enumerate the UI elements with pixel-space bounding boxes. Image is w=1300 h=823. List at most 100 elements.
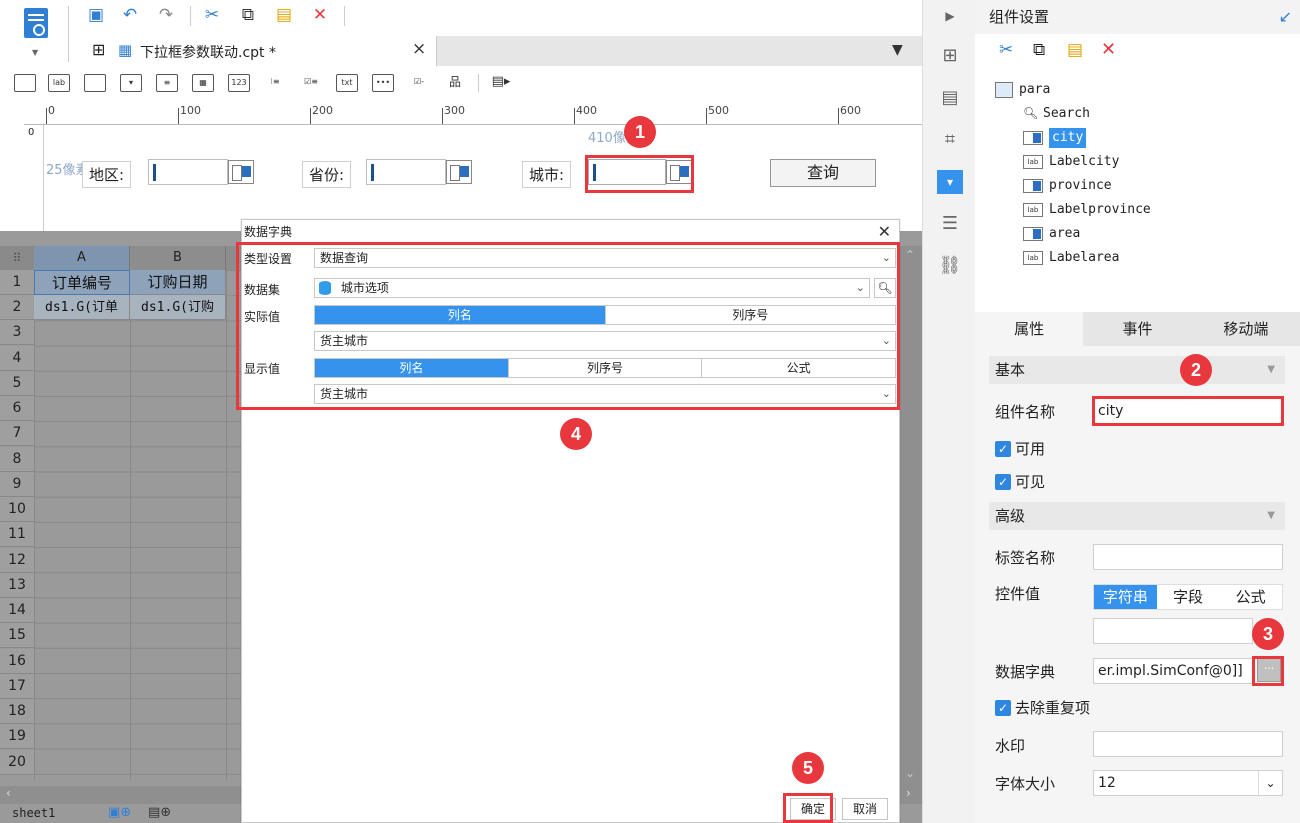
- number-widget-icon[interactable]: 123: [228, 74, 250, 92]
- cell-a1[interactable]: 订单编号: [34, 270, 130, 295]
- link-icon[interactable]: ⛓: [937, 254, 963, 278]
- column-header[interactable]: A: [34, 246, 130, 270]
- row-header[interactable]: 2: [0, 295, 34, 320]
- tab-properties[interactable]: 属性: [975, 312, 1084, 346]
- cell-a2[interactable]: ds1.G(订单: [34, 295, 130, 320]
- column-header[interactable]: B: [130, 246, 226, 270]
- copy-icon[interactable]: ⧉: [1033, 40, 1045, 60]
- row-header[interactable]: 18: [0, 699, 34, 724]
- cell-b1[interactable]: 订购日期: [130, 270, 226, 295]
- city-combobox[interactable]: [588, 159, 666, 185]
- cut-icon[interactable]: ✂: [200, 4, 224, 26]
- dictionary-input[interactable]: er.impl.SimConf@0]]: [1093, 658, 1253, 684]
- mode-string[interactable]: 字符串: [1094, 585, 1157, 609]
- font-size-select[interactable]: 12 ⌄: [1093, 770, 1283, 796]
- paste-icon[interactable]: ▤: [1067, 40, 1083, 60]
- save-icon[interactable]: ▣: [84, 4, 108, 26]
- mode-field[interactable]: 字段: [1157, 585, 1220, 609]
- row-header[interactable]: 12: [0, 548, 34, 573]
- tree-widget-icon[interactable]: 品: [444, 74, 466, 92]
- row-header[interactable]: 19: [0, 724, 34, 749]
- cancel-button[interactable]: 取消: [842, 798, 888, 820]
- mode-formula[interactable]: 公式: [1219, 585, 1282, 609]
- listbox-widget-icon[interactable]: ≡: [156, 74, 178, 92]
- enabled-checkbox[interactable]: ✓ 可用: [995, 438, 1045, 459]
- row-header[interactable]: 15: [0, 623, 34, 648]
- cell-b2[interactable]: ds1.G(订购: [130, 295, 226, 320]
- row-header[interactable]: 6: [0, 396, 34, 421]
- textbox-widget-icon[interactable]: [14, 74, 36, 92]
- checkbox-group-icon[interactable]: ☑≡: [300, 74, 322, 92]
- paste-icon[interactable]: ▤: [272, 4, 296, 26]
- checkbox-widget-icon[interactable]: ☑-: [408, 74, 430, 92]
- display-mode-column-name[interactable]: 列名: [315, 359, 509, 377]
- grid-cells[interactable]: [34, 270, 242, 780]
- row-header[interactable]: 5: [0, 371, 34, 396]
- tree-item-para[interactable]: para: [995, 80, 1050, 100]
- row-header[interactable]: 11: [0, 522, 34, 547]
- row-header[interactable]: 3: [0, 320, 34, 345]
- name-input[interactable]: city: [1093, 398, 1283, 424]
- copy-icon[interactable]: ⧉: [236, 4, 260, 26]
- display-mode-formula[interactable]: 公式: [702, 359, 895, 377]
- actual-value-select[interactable]: 货主城市 ⌄: [314, 331, 896, 351]
- scroll-left-icon[interactable]: ‹: [6, 786, 11, 800]
- watermark-input[interactable]: [1093, 731, 1283, 757]
- tree-item-search[interactable]: 🔍︎ Search: [1023, 104, 1090, 124]
- tree-item-labelprovince[interactable]: lab Labelprovince: [1023, 200, 1151, 220]
- dictionary-edit-button[interactable]: ···: [1257, 658, 1281, 682]
- row-header[interactable]: 13: [0, 573, 34, 598]
- dropdown-icon[interactable]: [228, 160, 254, 184]
- combo-widget-icon[interactable]: ▾: [120, 74, 142, 92]
- row-header[interactable]: 7: [0, 421, 34, 446]
- corner-cell[interactable]: ⠿: [0, 246, 34, 270]
- more-widgets-icon[interactable]: ▤▸: [490, 74, 512, 92]
- delete-icon[interactable]: ✕: [308, 4, 332, 26]
- button-widget-icon[interactable]: [84, 74, 106, 92]
- row-header[interactable]: 14: [0, 598, 34, 623]
- tab-mobile[interactable]: 移动端: [1192, 312, 1300, 346]
- row-header[interactable]: 10: [0, 497, 34, 522]
- tab-menu-icon[interactable]: ▼: [892, 42, 903, 58]
- date-widget-icon[interactable]: ▦: [192, 74, 214, 92]
- vertical-scrollbar[interactable]: ⌃ ⌄: [900, 246, 922, 786]
- actual-mode-column-index[interactable]: 列序号: [606, 306, 896, 324]
- redo-icon[interactable]: ↷: [154, 4, 178, 26]
- row-header[interactable]: 20: [0, 750, 34, 775]
- chevron-down-icon[interactable]: ⌄: [1258, 771, 1282, 795]
- tree-item-province[interactable]: province: [1023, 176, 1112, 196]
- control-value-input[interactable]: [1093, 618, 1253, 644]
- tree-item-labelarea[interactable]: lab Labelarea: [1023, 248, 1119, 268]
- ok-button[interactable]: 确定: [790, 798, 836, 820]
- combo-settings-icon[interactable]: ▾: [937, 170, 963, 194]
- password-widget-icon[interactable]: •••: [372, 74, 394, 92]
- tab-file[interactable]: ⊞ ▦ 下拉框参数联动.cpt * ×: [82, 36, 437, 66]
- label-widget-icon[interactable]: lab: [48, 74, 70, 92]
- app-logo-button[interactable]: ▼: [14, 4, 54, 62]
- close-icon[interactable]: ×: [412, 39, 426, 59]
- layout-icon[interactable]: ⊞: [937, 44, 963, 68]
- dropdown-icon[interactable]: [446, 160, 472, 184]
- section-advanced[interactable]: 高级 ▼: [989, 502, 1285, 530]
- display-mode-column-index[interactable]: 列序号: [509, 359, 703, 377]
- actual-mode-column-name[interactable]: 列名: [315, 306, 606, 324]
- tree-item-area[interactable]: area: [1023, 224, 1080, 244]
- dedupe-checkbox[interactable]: ✓ 去除重复项: [995, 697, 1090, 718]
- radio-group-icon[interactable]: ⁝≡: [264, 74, 286, 92]
- city-label[interactable]: 城市:: [522, 161, 572, 188]
- row-header[interactable]: 8: [0, 447, 34, 472]
- row-header[interactable]: 1: [0, 270, 34, 295]
- row-header[interactable]: 4: [0, 346, 34, 371]
- dropdown-icon[interactable]: [666, 160, 692, 184]
- sheet-tab[interactable]: sheet1: [12, 806, 55, 820]
- type-select[interactable]: 数据查询 ⌄: [314, 248, 896, 268]
- scroll-up-icon[interactable]: ⌃: [905, 248, 915, 262]
- row-header[interactable]: 16: [0, 649, 34, 674]
- expand-arrow-icon[interactable]: ▶: [937, 4, 963, 28]
- close-icon[interactable]: ✕: [878, 220, 891, 244]
- row-header[interactable]: 17: [0, 674, 34, 699]
- display-value-select[interactable]: 货主城市 ⌄: [314, 384, 896, 404]
- delete-icon[interactable]: ✕: [1101, 39, 1116, 60]
- add-sheet-icon[interactable]: ▣⊕: [108, 805, 131, 820]
- frame-icon[interactable]: ⌗: [937, 128, 963, 152]
